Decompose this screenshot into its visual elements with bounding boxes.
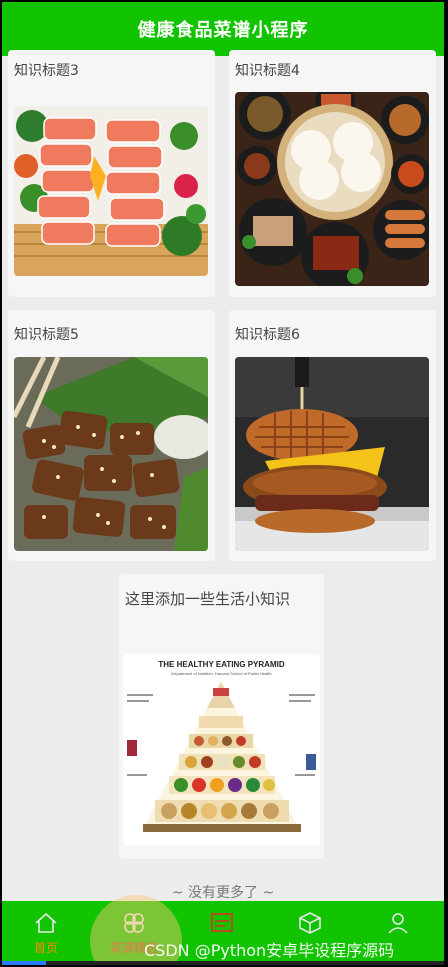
list-end-text: ~ 没有更多了 ~ xyxy=(171,885,275,901)
home-icon xyxy=(35,912,57,933)
salmon-sashimi-image xyxy=(14,106,208,276)
life-tips-card[interactable]: 这里添加一些生活小知识 THE HEALTHY EATING PYRAMID D… xyxy=(119,574,324,859)
knowledge-card-4[interactable]: 知识标题4 xyxy=(229,50,436,297)
tab-home-label: 首页 xyxy=(33,941,58,955)
knowledge-card-3[interactable]: 知识标题3 xyxy=(8,50,215,297)
waffle-burger-image xyxy=(235,357,429,551)
title-bar: 健康食品菜谱小程序 xyxy=(2,2,444,56)
steamed-buns-image xyxy=(235,92,429,286)
cube-icon xyxy=(299,912,321,934)
card-title: 知识标题3 xyxy=(14,63,79,79)
watermark-text: CSDN @Python安卓毕设程序源码 xyxy=(144,941,395,960)
healthy-eating-pyramid-image: THE HEALTHY EATING PYRAMID Department of… xyxy=(123,654,320,846)
page-title: 健康食品菜谱小程序 xyxy=(137,20,309,41)
life-tips-text: 这里添加一些生活小知识 xyxy=(125,590,291,608)
loading-progress-bar xyxy=(2,961,444,965)
knowledge-card-5[interactable]: 知识标题5 xyxy=(8,310,215,561)
card-title: 知识标题5 xyxy=(14,327,79,343)
board-icon xyxy=(211,913,233,932)
user-icon xyxy=(388,913,408,934)
tab-home[interactable]: 首页 xyxy=(2,901,90,964)
knowledge-card-6[interactable]: 知识标题6 xyxy=(229,310,436,561)
card-title: 知识标题6 xyxy=(235,327,300,343)
app-frame: 健康食品菜谱小程序 知识标题3 知识标题4 知识标题5 知识标题6 这里添加一些… xyxy=(2,2,444,964)
loading-progress-fill xyxy=(2,961,47,965)
grilled-eggplant-image xyxy=(14,357,208,551)
card-title: 知识标题4 xyxy=(235,63,300,79)
